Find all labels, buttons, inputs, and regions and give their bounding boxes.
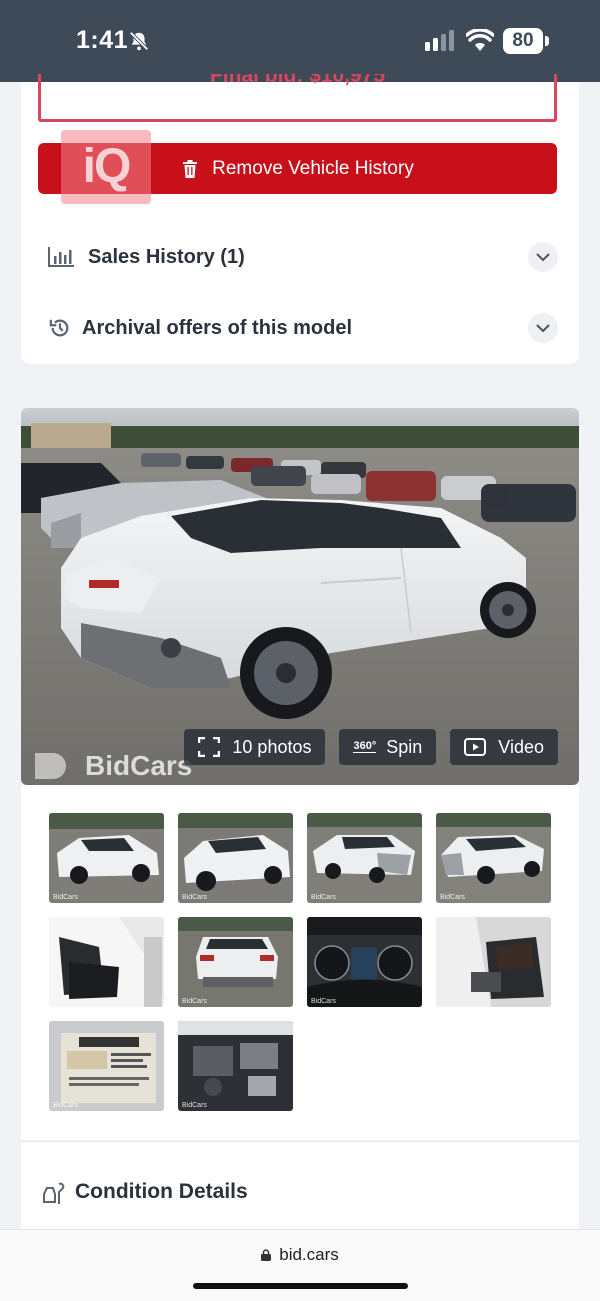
car-tools-icon (43, 1182, 65, 1204)
iq-badge[interactable]: iQ (61, 130, 151, 204)
battery-level: 80 (503, 28, 543, 54)
final-bid-text: Final bid: $10,975 (209, 74, 386, 87)
photos-label: 10 photos (232, 736, 312, 757)
thumbnail-watermark: BidCars (53, 894, 78, 901)
condition-details-section[interactable]: Condition Details (21, 1141, 579, 1231)
photo-controls: 10 photos 360° Spin Video (184, 729, 558, 765)
final-bid-box: Final bid: $10,975 (38, 74, 557, 122)
thumbnail-watermark: BidCars (440, 894, 465, 901)
vehicle-history-card: Final bid: $10,975 Remove Vehicle Histor… (21, 74, 579, 364)
chevron-down-icon[interactable] (528, 313, 558, 343)
battery-indicator: 80 (503, 28, 549, 54)
360-spin-icon: 360° (353, 740, 377, 753)
thumbnail-watermark: BidCars (182, 894, 207, 901)
bar-chart-icon (48, 247, 74, 267)
thumbnail-rear-right[interactable]: BidCars (307, 813, 422, 903)
remove-button-label: Remove Vehicle History (212, 157, 414, 179)
bidcars-watermark: BidCars (31, 749, 192, 783)
thumbnail-watermark: BidCars (182, 1102, 207, 1109)
thumbnail-front-left[interactable]: BidCars (49, 813, 164, 903)
watermark-text: BidCars (85, 750, 193, 781)
thumbnail-rear[interactable]: BidCars (178, 917, 293, 1007)
thumbnail-rear-left[interactable]: BidCars (436, 813, 551, 903)
condition-details-title: Condition Details (75, 1180, 248, 1203)
fullscreen-icon (198, 737, 221, 757)
status-bar: 1:41 80 (0, 0, 600, 82)
lock-icon (261, 1249, 272, 1261)
thumbnail-interior-rear[interactable] (436, 917, 551, 1007)
sales-history-label: Sales History (1) (88, 245, 245, 268)
thumbnail-watermark: BidCars (311, 894, 336, 901)
spin-button[interactable]: 360° Spin (339, 729, 437, 765)
video-label: Video (498, 736, 544, 757)
history-icon (49, 319, 69, 337)
archival-offers-label: Archival offers of this model (82, 316, 353, 339)
wifi-icon (466, 29, 494, 51)
thumbnail-watermark: BidCars (311, 998, 336, 1005)
thumbnail-vin-label[interactable]: BidCars (49, 1021, 164, 1111)
thumbnail-engine[interactable]: BidCars (178, 1021, 293, 1111)
bell-slash-icon (129, 31, 149, 51)
accordion-sales-history[interactable]: Sales History (1) (21, 229, 579, 285)
thumbnail-front-right[interactable]: BidCars (178, 813, 293, 903)
accordion-archival-offers[interactable]: Archival offers of this model (21, 300, 579, 356)
home-indicator[interactable] (193, 1283, 408, 1289)
play-video-icon (464, 738, 487, 756)
url-text: bid.cars (279, 1245, 339, 1264)
chevron-down-icon[interactable] (528, 242, 558, 272)
thumbnail-interior-front[interactable] (49, 917, 164, 1007)
thumbnail-watermark: BidCars (182, 998, 207, 1005)
thumbnail-watermark: BidCars (53, 1102, 78, 1109)
thumbnail-grid: BidCars BidCars BidCars BidCars BidCars … (21, 785, 579, 1140)
bidcars-logo-icon (35, 753, 66, 779)
thumbnail-dashboard[interactable]: BidCars (307, 917, 422, 1007)
trash-icon (183, 159, 198, 178)
status-time: 1:41 (76, 26, 129, 54)
spin-label: Spin (386, 736, 423, 757)
cellular-signal-icon (425, 30, 454, 51)
browser-address-bar[interactable]: bid.cars (0, 1229, 600, 1301)
video-button[interactable]: Video (450, 729, 558, 765)
main-vehicle-photo[interactable]: BidCars 10 photos 360° Spin Video (21, 408, 579, 785)
url-display[interactable]: bid.cars (0, 1245, 600, 1265)
photos-button[interactable]: 10 photos (184, 729, 326, 765)
